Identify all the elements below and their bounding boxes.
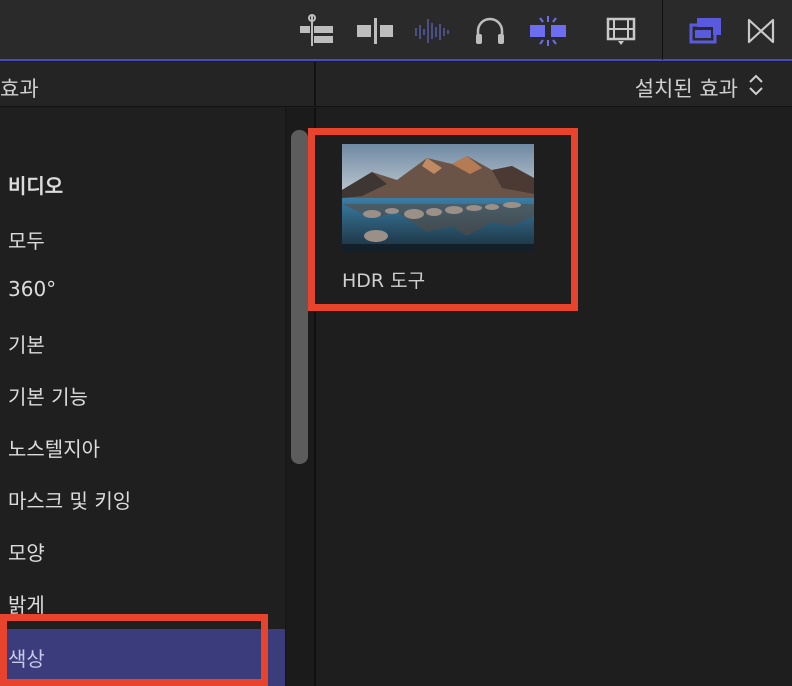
updown-chevron-icon[interactable] (748, 74, 764, 96)
category-header-video: 비디오 (8, 174, 64, 198)
headphones-icon[interactable] (472, 14, 508, 48)
highlight-box-effect (308, 128, 578, 311)
sidebar-scrollbar[interactable] (291, 130, 308, 464)
sidebar-item-nostalgia[interactable]: 노스텔지아 (8, 433, 100, 462)
sidebar-item-360[interactable]: 360° (8, 277, 56, 301)
sidebar-item-basics[interactable]: 기본 기능 (8, 381, 88, 410)
effects-title: 효과 (0, 77, 39, 101)
toolbar-divider (662, 0, 663, 60)
insert-clip-icon[interactable] (356, 14, 394, 48)
sidebar-item-masks-keying[interactable]: 마스크 및 키잉 (8, 485, 131, 514)
toolbar (0, 0, 792, 61)
highlight-box-color-category (0, 614, 268, 686)
overlay-windows-icon[interactable] (688, 14, 724, 48)
column-divider (314, 62, 316, 107)
transitions-icon[interactable] (744, 14, 778, 48)
snapping-icon[interactable] (528, 14, 568, 48)
sidebar-item-shape[interactable]: 모양 (8, 537, 45, 566)
browser-header: 효과 설치된 효과 (0, 62, 792, 107)
sidebar-item-all[interactable]: 모두 (8, 225, 45, 254)
effects-category-sidebar: 비디오 모두 360° 기본 기본 기능 노스텔지아 마스크 및 키잉 모양 밝… (0, 108, 314, 686)
film-strip-icon[interactable] (604, 14, 638, 48)
clip-connect-icon[interactable] (298, 14, 336, 48)
audio-waveform-icon[interactable] (413, 14, 451, 48)
sidebar-item-basic[interactable]: 기본 (8, 329, 45, 358)
installed-effects-dropdown[interactable]: 설치된 효과 (635, 73, 738, 103)
